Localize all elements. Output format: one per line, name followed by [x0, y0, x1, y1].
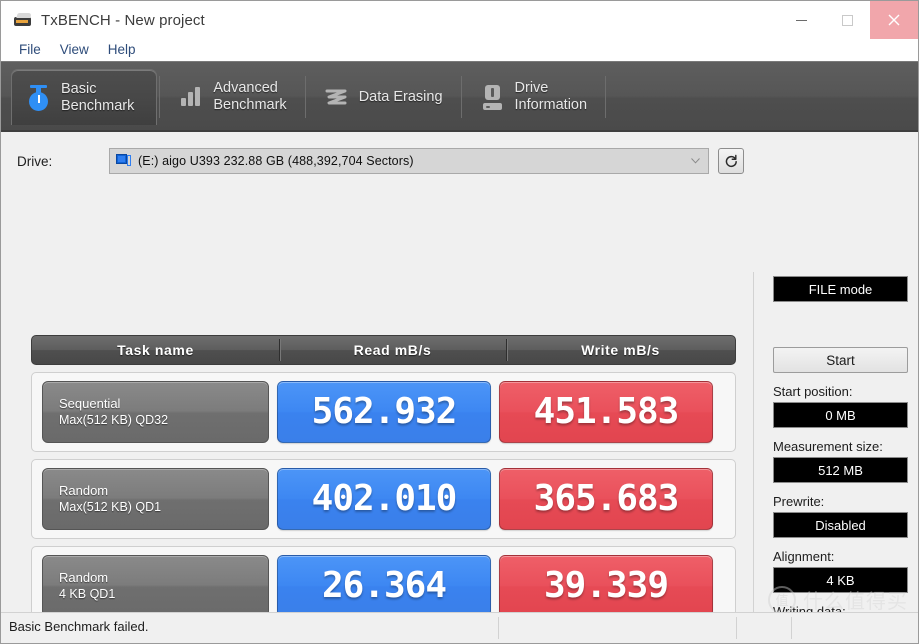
refresh-icon: [725, 154, 737, 167]
tab-divider: [460, 76, 462, 118]
tab-label-line1: Drive: [514, 80, 549, 96]
write-value: 451.583: [533, 391, 680, 432]
write-value-cell: 451.583: [499, 381, 713, 443]
tab-label-line1: Advanced: [213, 80, 278, 96]
measurement-size-value[interactable]: 512 MB: [773, 457, 908, 483]
close-button[interactable]: [870, 1, 918, 39]
start-position-label: Start position:: [773, 384, 853, 399]
tab-label-line1: Basic: [61, 80, 97, 97]
alignment-value[interactable]: 4 KB: [773, 567, 908, 593]
tab-data-erasing-label: Data Erasing: [359, 89, 443, 106]
tab-advanced-benchmark-label: Advanced Benchmark: [213, 80, 286, 114]
menu-bar: File View Help: [1, 39, 918, 61]
column-header-read: Read mB/s: [279, 336, 506, 364]
column-header-write: Write mB/s: [506, 336, 735, 364]
app-icon: [13, 10, 33, 30]
status-bar: Basic Benchmark failed.: [1, 612, 918, 643]
task-name-cell[interactable]: Random 4 KB QD1: [42, 555, 269, 617]
table-row: Random Max(512 KB) QD1 402.010 365.683: [31, 459, 736, 539]
task-name-cell[interactable]: Sequential Max(512 KB) QD32: [42, 381, 269, 443]
tab-strip: Basic Benchmark Advanced Benchmark Data: [1, 61, 918, 132]
task-line1: Random: [59, 483, 109, 498]
prewrite-label: Prewrite:: [773, 494, 825, 509]
task-name-cell[interactable]: Random Max(512 KB) QD1: [42, 468, 269, 530]
tab-label-line2: Information: [514, 97, 588, 113]
settings-panel: FILE mode Start Start position: 0 MB Mea…: [761, 272, 918, 643]
task-line2: Max(512 KB) QD1: [59, 500, 162, 514]
panel-divider: [753, 272, 754, 643]
measurement-size-label: Measurement size:: [773, 439, 883, 454]
write-value: 365.683: [533, 478, 680, 519]
task-line2: Max(512 KB) QD32: [59, 413, 169, 427]
tab-divider: [605, 76, 607, 118]
tab-basic-benchmark-label: Basic Benchmark: [61, 81, 134, 115]
content-area: Drive: (E:) aigo U393 232.88 GB (488,392…: [1, 132, 918, 643]
minimize-button[interactable]: [778, 1, 824, 39]
status-message: Basic Benchmark failed.: [9, 619, 149, 634]
start-button[interactable]: Start: [773, 347, 908, 373]
read-value-cell: 562.932: [277, 381, 491, 443]
menu-item-view[interactable]: View: [52, 40, 100, 61]
table-row: Sequential Max(512 KB) QD32 562.932 451.…: [31, 372, 736, 452]
tab-drive-information-label: Drive Information: [515, 80, 588, 114]
menu-item-file[interactable]: File: [11, 40, 52, 61]
write-value: 39.339: [543, 565, 669, 606]
drive-selector-row: Drive: (E:) aigo U393 232.88 GB (488,392…: [1, 132, 918, 178]
tab-divider: [304, 76, 306, 118]
tab-label-line2: Benchmark: [213, 97, 287, 113]
drive-label: Drive:: [17, 153, 53, 169]
tab-label-line1: Data Erasing: [358, 88, 443, 105]
txbench-window: TxBENCH - New project File View Help Bas…: [0, 0, 919, 644]
window-controls: [778, 1, 918, 39]
drive-info-icon: [480, 82, 506, 112]
drive-icon: [116, 154, 132, 168]
bar-chart-icon: [178, 82, 204, 112]
tab-label-line2: Benchmark: [61, 97, 135, 114]
tab-divider: [159, 76, 161, 118]
prewrite-value[interactable]: Disabled: [773, 512, 908, 538]
column-header-task-name: Task name: [117, 342, 194, 358]
status-divider: [791, 617, 792, 639]
status-divider: [498, 617, 499, 639]
read-value-cell: 402.010: [277, 468, 491, 530]
status-divider: [736, 617, 737, 639]
file-mode-button[interactable]: FILE mode: [773, 276, 908, 302]
refresh-button[interactable]: [718, 148, 744, 174]
task-line1: Sequential: [59, 396, 121, 411]
close-icon: [888, 14, 900, 26]
write-value-cell: 39.339: [499, 555, 713, 617]
tab-basic-benchmark[interactable]: Basic Benchmark: [11, 69, 158, 125]
task-line1: Random: [59, 570, 109, 585]
stopwatch-icon: [26, 83, 52, 113]
maximize-button[interactable]: [824, 1, 870, 39]
drive-select-value: (E:) aigo U393 232.88 GB (488,392,704 Se…: [138, 154, 414, 168]
read-value: 402.010: [311, 478, 458, 519]
window-title: TxBENCH - New project: [41, 11, 205, 29]
write-value-cell: 365.683: [499, 468, 713, 530]
task-line2: 4 KB QD1: [59, 587, 116, 601]
tab-drive-information[interactable]: Drive Information: [464, 69, 604, 125]
tab-data-erasing[interactable]: Data Erasing: [308, 69, 459, 125]
benchmark-results: Task name Read mB/s Write mB/s Sequentia…: [31, 335, 736, 643]
read-value-cell: 26.364: [277, 555, 491, 617]
title-bar: TxBENCH - New project: [1, 1, 918, 39]
read-value: 26.364: [321, 565, 447, 606]
table-header: Task name Read mB/s Write mB/s: [31, 335, 736, 365]
read-value: 562.932: [311, 391, 458, 432]
start-position-value[interactable]: 0 MB: [773, 402, 908, 428]
alignment-label: Alignment:: [773, 549, 835, 564]
chevron-down-icon: [691, 158, 700, 164]
drive-select[interactable]: (E:) aigo U393 232.88 GB (488,392,704 Se…: [109, 148, 709, 174]
zigzag-icon: [324, 82, 350, 112]
tab-advanced-benchmark[interactable]: Advanced Benchmark: [162, 69, 302, 125]
menu-item-help[interactable]: Help: [100, 40, 147, 61]
